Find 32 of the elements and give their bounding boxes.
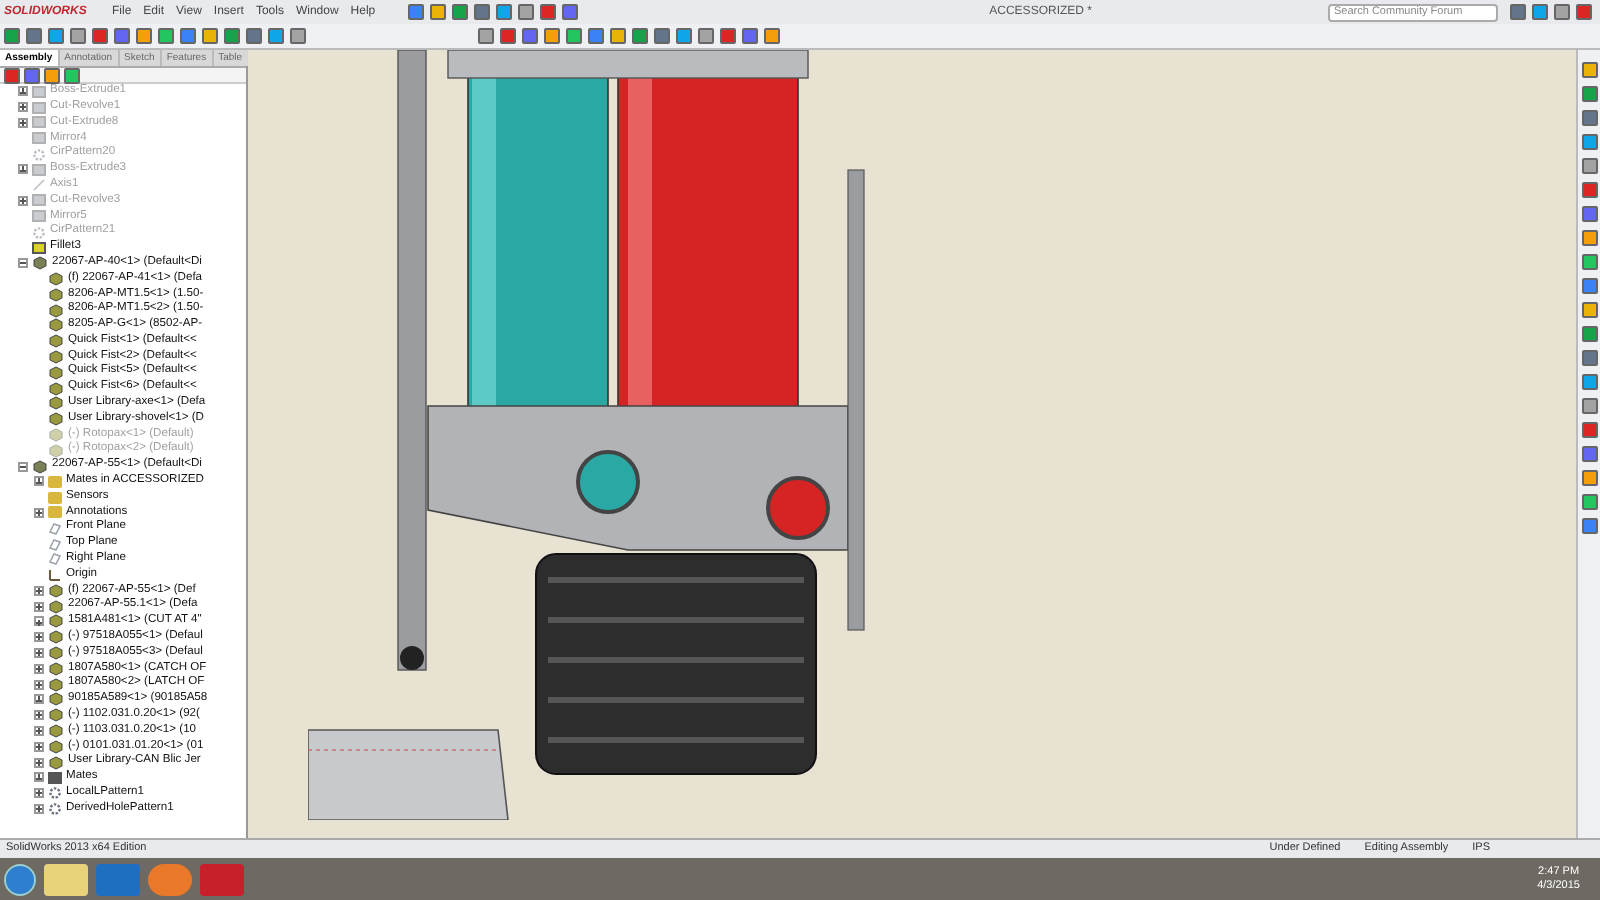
pattern-icon [32,147,46,162]
expand-toggle[interactable] [17,117,27,128]
expand-toggle[interactable] [17,164,27,175]
expand-toggle[interactable] [33,585,43,596]
expand-toggle[interactable] [17,86,27,97]
expand-toggle[interactable] [33,804,43,815]
start-button[interactable] [4,863,36,895]
expand-toggle[interactable] [33,772,43,783]
collapse-toggle[interactable] [17,461,27,472]
feature-icon [32,163,46,176]
expand-toggle[interactable] [17,102,27,113]
origin-icon [48,568,62,583]
expand-toggle[interactable] [33,648,43,659]
expand-toggle[interactable] [33,679,43,690]
expand-toggle[interactable] [33,788,43,799]
expand-toggle[interactable] [33,476,43,487]
expand-toggle[interactable] [17,195,27,206]
expand-toggle[interactable] [33,601,43,612]
expand-toggle[interactable] [33,710,43,721]
expand-toggle[interactable] [33,757,43,768]
expand-toggle[interactable] [33,726,43,737]
expand-toggle[interactable] [33,663,43,674]
expand-toggle[interactable] [33,741,43,752]
expand-toggle[interactable] [33,632,43,643]
expand-toggle[interactable] [33,694,43,705]
expand-toggle[interactable] [33,616,43,627]
feature-icon [48,771,62,784]
expand-toggle[interactable] [33,507,43,518]
axis-icon [32,178,46,193]
collapse-toggle[interactable] [17,258,27,269]
pattern-icon [32,225,46,240]
feature-icon [32,241,46,254]
